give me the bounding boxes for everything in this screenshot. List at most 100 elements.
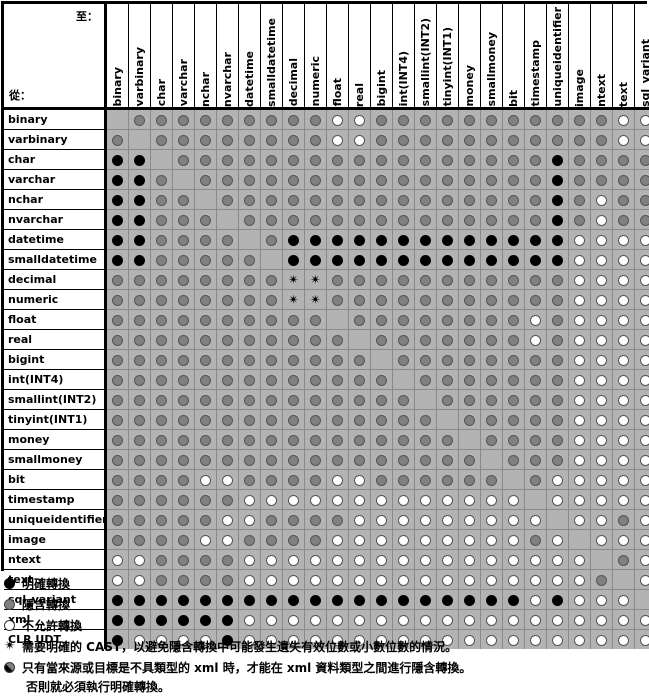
matrix-cell: [480, 509, 503, 530]
matrix-cell: ✴: [282, 289, 305, 310]
matrix-cell: [634, 349, 649, 370]
column-header: smallint(INT2): [414, 4, 437, 110]
implicit-conversion-icon: [508, 414, 519, 426]
column-header: bigint: [370, 4, 393, 110]
matrix-cell: [502, 429, 525, 450]
matrix-cell: [480, 169, 503, 190]
implicit-conversion-icon: [134, 274, 145, 286]
implicit-conversion-icon: [178, 274, 189, 286]
not-allowed-conversion-icon: [376, 534, 387, 546]
not-allowed-conversion-icon: [596, 534, 607, 546]
matrix-cell: [128, 189, 151, 210]
matrix-cell: [590, 329, 613, 350]
implicit-conversion-icon: [200, 554, 211, 566]
implicit-conversion-icon: [288, 194, 299, 206]
row-header: int(INT4): [4, 369, 107, 390]
explicit-conversion-icon: [310, 254, 321, 266]
matrix-cell: [216, 189, 239, 210]
implicit-conversion-icon: [552, 354, 563, 366]
not-allowed-conversion-icon: [596, 514, 607, 526]
matrix-cell: [326, 249, 349, 270]
not-allowed-conversion-icon: [222, 534, 233, 546]
column-header-label: smallint(INT2): [419, 18, 432, 107]
matrix-cell: [348, 429, 371, 450]
matrix-cell: [546, 309, 569, 330]
implicit-conversion-icon: [552, 274, 563, 286]
matrix-cell: [634, 249, 649, 270]
matrix-cell: [590, 129, 613, 150]
matrix-cell: [480, 429, 503, 450]
column-header: uniqueidentifier: [546, 4, 569, 110]
not-allowed-conversion-icon: [574, 454, 585, 466]
matrix-cell: [172, 369, 195, 390]
implicit-conversion-icon: [464, 154, 475, 166]
matrix-cell: [568, 309, 591, 330]
matrix-corner-cell: 至： 從：: [4, 4, 107, 110]
matrix-cell: [414, 309, 437, 330]
not-allowed-conversion-icon: [332, 534, 343, 546]
implicit-conversion-icon: [508, 154, 519, 166]
star-cast-icon: ✴: [288, 292, 299, 308]
matrix-cell: [480, 108, 503, 130]
matrix-cell: [282, 108, 305, 130]
matrix-cell: [568, 489, 591, 510]
matrix-cell: [392, 429, 415, 450]
matrix-cell: [634, 209, 649, 230]
matrix-cell: [105, 229, 129, 250]
matrix-row: tinyint(INT1): [4, 409, 649, 430]
matrix-cell: [392, 469, 415, 490]
implicit-conversion-icon: [354, 214, 365, 226]
column-header-label: text: [617, 81, 630, 107]
matrix-cell: [304, 449, 327, 470]
matrix-cell: [348, 329, 371, 350]
implicit-conversion-icon: [508, 454, 519, 466]
matrix-cell: [546, 369, 569, 390]
implicit-conversion-icon: [266, 194, 277, 206]
implicit-conversion-icon: [156, 314, 167, 326]
not-allowed-conversion-icon: [508, 514, 519, 526]
matrix-cell: [238, 108, 261, 130]
implicit-conversion-icon: [486, 174, 497, 186]
implicit-conversion-icon: [398, 154, 409, 166]
matrix-cell: [634, 309, 649, 330]
column-header: nvarchar: [216, 4, 239, 110]
implicit-conversion-icon: [266, 174, 277, 186]
implicit-conversion-icon: [266, 314, 277, 326]
legend-item: 只有當來源或目標是不具類型的 xml 時，才能在 xml 資料類型之間進行隱含轉…: [0, 658, 649, 677]
not-allowed-conversion-icon: [596, 354, 607, 366]
matrix-cell: [458, 409, 481, 430]
matrix-cell: [128, 369, 151, 390]
matrix-cell: [260, 549, 283, 570]
matrix-cell: [480, 389, 503, 410]
matrix-cell: [612, 489, 635, 510]
implicit-conversion-icon: [200, 454, 211, 466]
implicit-conversion-icon: [156, 474, 167, 486]
matrix-cell: [392, 449, 415, 470]
implicit-conversion-icon: [200, 334, 211, 346]
matrix-cell: [392, 169, 415, 190]
matrix-cell: [612, 329, 635, 350]
column-header: sql_variant: [634, 4, 649, 110]
matrix-cell: [216, 549, 239, 570]
explicit-conversion-icon: [134, 154, 145, 166]
implicit-conversion-icon: [310, 154, 321, 166]
matrix-cell: [524, 169, 547, 190]
matrix-cell: [105, 509, 129, 530]
matrix-cell: [370, 449, 393, 470]
implicit-conversion-icon: [420, 154, 431, 166]
row-header: binary: [4, 108, 107, 130]
matrix-cell: [348, 409, 371, 430]
matrix-cell: [282, 349, 305, 370]
implicit-conversion-icon: [508, 334, 519, 346]
matrix-cell: [238, 369, 261, 390]
implicit-conversion-icon: [178, 234, 189, 246]
matrix-cell: [524, 529, 547, 550]
matrix-cell: [590, 369, 613, 390]
matrix-cell: [260, 309, 283, 330]
matrix-cell: [194, 129, 217, 150]
matrix-cell: [216, 269, 239, 290]
implicit-conversion-icon: [134, 454, 145, 466]
star-cast-icon: ✴: [4, 638, 16, 654]
matrix-cell: [260, 129, 283, 150]
matrix-cell: [480, 249, 503, 270]
